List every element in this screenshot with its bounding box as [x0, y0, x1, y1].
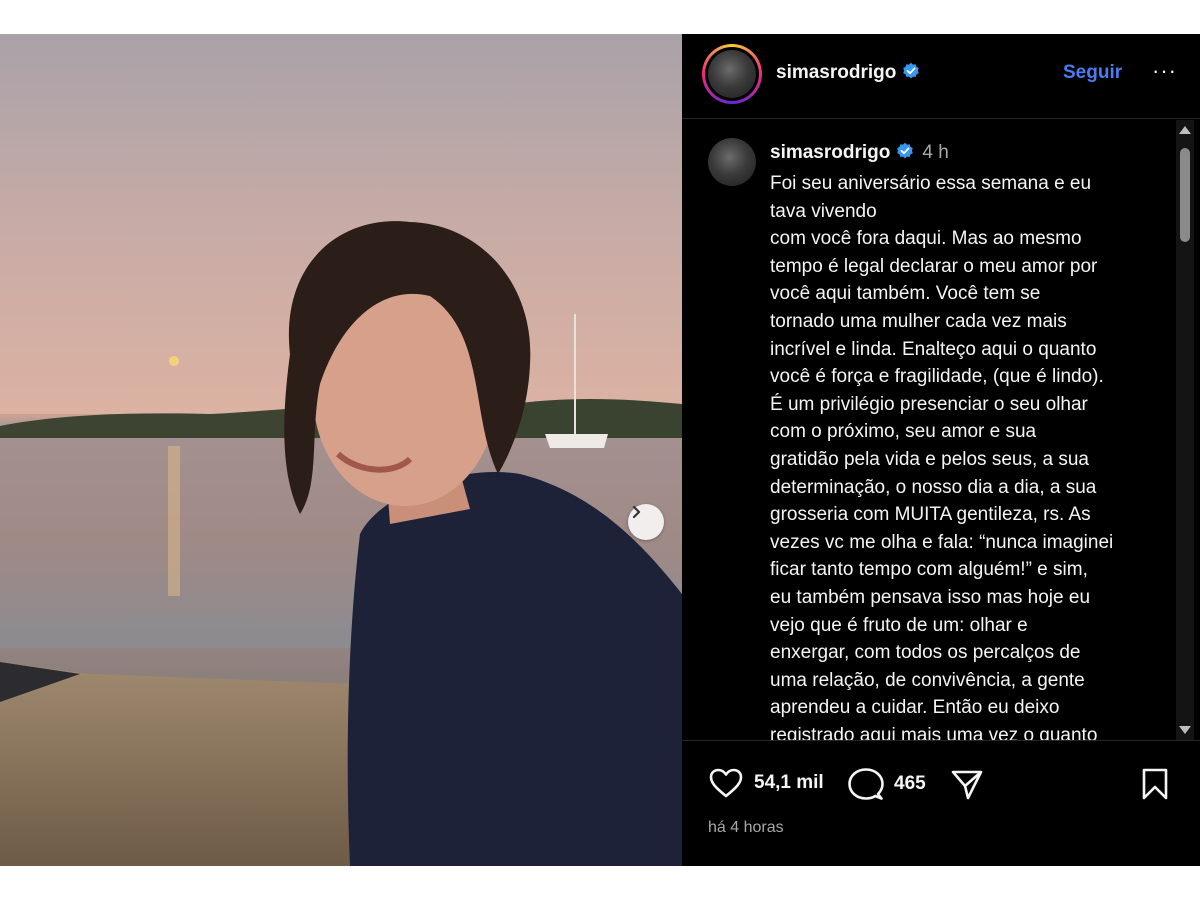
follow-button[interactable]: Seguir	[1063, 62, 1122, 84]
caption-line: É um privilégio presenciar o seu olhar	[770, 393, 1088, 415]
caption-line: grosseria com MUITA gentileza, rs. As	[770, 504, 1091, 526]
caption-line: aprendeu a cuidar. Então eu deixo	[770, 697, 1060, 719]
caption-area: simasrodrigo 4 h Foi seu aniversário ess…	[682, 120, 1200, 740]
caption-line: você aqui também. Você tem se	[770, 283, 1041, 305]
caption-line: tornado uma mulher cada vez mais	[770, 310, 1067, 332]
caption-line: registrado aqui mais uma vez o quanto	[770, 724, 1098, 740]
caption-username[interactable]: simasrodrigo	[770, 142, 890, 163]
bookmark-icon	[1142, 768, 1168, 800]
post-panel: simasrodrigo Seguir ··· simasrodrigo 4 h…	[682, 34, 1200, 866]
verified-badge-icon	[903, 62, 920, 79]
scroll-up-arrow-icon[interactable]	[1179, 126, 1191, 134]
heart-icon	[709, 768, 743, 798]
caption-line: com o próximo, seu amor e sua	[770, 421, 1037, 443]
caption-line: uma relação, de convivência, a gente	[770, 669, 1085, 691]
post-header: simasrodrigo Seguir ···	[682, 34, 1200, 119]
header-username[interactable]: simasrodrigo	[776, 62, 896, 83]
story-avatar[interactable]	[702, 44, 762, 104]
caption-line: incrível e linda. Enalteço aqui o quanto	[770, 338, 1097, 360]
caption-text: Foi seu aniversário essa semana e eu tav…	[770, 170, 1160, 740]
caption-line: ficar tanto tempo com alguém!” e sim,	[770, 559, 1088, 581]
caption-line: com você fora daqui. Mas ao mesmo	[770, 228, 1082, 250]
carousel-next-button[interactable]	[628, 504, 664, 540]
like-button[interactable]: 54,1 mil	[708, 767, 824, 799]
caption-line: tava vivendo	[770, 200, 877, 222]
caption-line: enxergar, com todos os percalços de	[770, 642, 1081, 664]
comments-count[interactable]: 465	[894, 773, 926, 795]
photo-scene	[0, 34, 682, 866]
post-actions: 54,1 mil 465 há 4 horas	[682, 740, 1200, 867]
caption-line: vejo que é fruto de um: olhar e	[770, 614, 1028, 636]
caption-line: tempo é legal declarar o meu amor por	[770, 255, 1098, 277]
caption-line: você é força e fragilidade, (que é lindo…	[770, 366, 1104, 388]
caption-scrollbar[interactable]	[1176, 120, 1194, 740]
caption-line: Foi seu aniversário essa semana e eu	[770, 173, 1092, 194]
caption-line: determinação, o nosso dia a dia, a sua	[770, 476, 1097, 498]
comment-icon	[848, 768, 884, 800]
caption-time: 4 h	[922, 142, 949, 163]
save-button[interactable]	[1140, 767, 1170, 801]
comment-button[interactable]: 465	[848, 767, 926, 801]
caption-line: vezes vc me olha e fala: “nunca imaginei	[770, 531, 1114, 553]
header-username-row[interactable]: simasrodrigo	[776, 62, 920, 84]
caption-line: gratidão pela vida e pelos seus, a sua	[770, 448, 1089, 470]
chevron-right-icon	[632, 505, 641, 519]
share-icon	[951, 770, 983, 800]
post-time-ago[interactable]: há 4 horas	[708, 819, 784, 837]
avatar	[708, 50, 756, 98]
likes-count[interactable]: 54,1 mil	[754, 772, 824, 794]
share-button[interactable]	[950, 767, 984, 801]
more-icon[interactable]: ···	[1152, 58, 1177, 84]
caption-line: eu também pensava isso mas hoje eu	[770, 586, 1091, 608]
scroll-thumb[interactable]	[1180, 148, 1190, 242]
post-photo	[0, 34, 682, 866]
verified-badge-icon	[897, 142, 914, 159]
scroll-down-arrow-icon[interactable]	[1179, 726, 1191, 734]
caption-avatar[interactable]	[708, 138, 756, 186]
caption-header: simasrodrigo 4 h	[770, 142, 949, 164]
